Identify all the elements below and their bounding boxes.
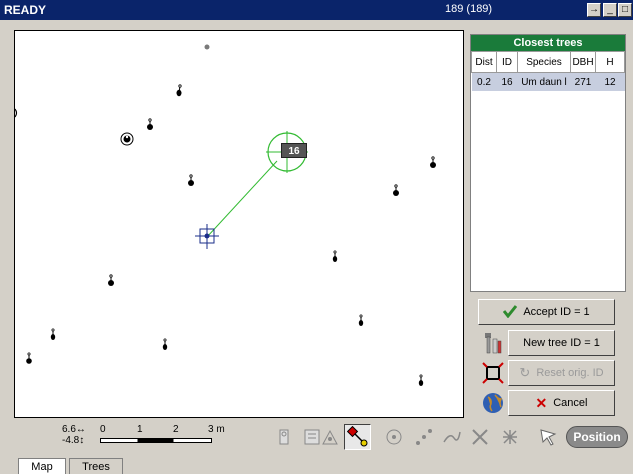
position-button[interactable]: Position <box>566 426 628 448</box>
tree-marker <box>430 156 436 168</box>
tree-marker <box>50 328 56 340</box>
scale-bar: 6.6↔ -4.8↕ 0 1 2 3 m <box>62 424 272 449</box>
maximize-button[interactable]: □ <box>618 3 632 17</box>
scale-tick-3: 3 m <box>208 424 225 435</box>
minimize-button[interactable]: _ <box>603 3 617 17</box>
table-row[interactable]: 0.2 16 Um daun l 271 12 <box>471 72 625 91</box>
delete-x-icon[interactable] <box>466 424 493 450</box>
tree-marker <box>108 274 114 286</box>
reset-label: Reset orig. ID <box>536 367 604 379</box>
tree-marker <box>418 374 424 386</box>
tab-map[interactable]: Map <box>18 458 66 474</box>
closest-trees-panel: Closest trees Dist ID Species DBH H 0.2 … <box>470 34 626 292</box>
tree-marker <box>147 118 153 130</box>
tree-marker <box>176 84 182 97</box>
reset-icon: ↻ <box>519 365 531 380</box>
path-icon[interactable] <box>438 424 465 450</box>
cancel-icon: ✕ <box>535 394 548 411</box>
arrow-button[interactable]: → <box>587 3 601 17</box>
tree-marker <box>188 174 194 186</box>
cancel-label: Cancel <box>553 397 588 409</box>
closest-trees-title: Closest trees <box>471 35 625 51</box>
col-dist[interactable]: Dist <box>471 51 497 73</box>
tree-marker <box>162 338 168 350</box>
accept-button[interactable]: Accept ID = 1 <box>478 299 615 325</box>
tree-markers <box>26 84 436 386</box>
status-text: READY <box>4 3 47 17</box>
tree-marker-grey <box>204 44 210 50</box>
measure-icon[interactable] <box>316 424 343 450</box>
col-species[interactable]: Species <box>517 51 571 73</box>
col-h[interactable]: H <box>595 51 625 73</box>
tree-marker <box>332 250 338 262</box>
tree-marker-large <box>120 132 134 146</box>
pointer-icon[interactable] <box>534 424 561 450</box>
tree-map[interactable]: 16 <box>14 30 464 418</box>
tab-trees[interactable]: Trees <box>69 458 123 474</box>
scale-bar-graphic <box>100 438 212 443</box>
points-icon[interactable] <box>410 424 437 450</box>
link-tree-icon[interactable] <box>344 424 371 450</box>
scale-tick-0: 0 <box>100 424 106 435</box>
target-icon[interactable] <box>380 424 407 450</box>
link-line <box>206 160 278 238</box>
globe-icon <box>480 390 506 416</box>
reset-position-icon <box>480 360 506 386</box>
cell-id: 16 <box>496 72 518 91</box>
tab-trees-label: Trees <box>82 460 110 473</box>
cancel-button[interactable]: ✕ Cancel <box>508 390 615 416</box>
new-tree-button[interactable]: New tree ID = 1 <box>508 330 615 356</box>
tree-marker <box>393 184 399 196</box>
tree-marker <box>26 352 32 364</box>
new-tree-icon <box>480 330 506 356</box>
cell-h: 12 <box>595 72 625 91</box>
tree-marker <box>358 314 364 326</box>
cell-dist: 0.2 <box>471 72 497 91</box>
tree-count: 189 (189) <box>445 3 493 15</box>
cell-species: Um daun l <box>517 72 571 91</box>
closest-trees-table: Dist ID Species DBH H 0.2 16 Um daun l 2… <box>471 51 625 91</box>
scale-tick-1: 1 <box>137 424 143 435</box>
cell-dbh: 271 <box>570 72 596 91</box>
position-label: Position <box>573 430 621 444</box>
title-bar: READY 189 (189) → _ □ <box>0 0 633 20</box>
accept-label: Accept ID = 1 <box>523 306 590 318</box>
col-id[interactable]: ID <box>496 51 518 73</box>
tree-tag-icon[interactable] <box>272 424 299 450</box>
y-offset: -4.8↕ <box>62 435 85 446</box>
check-icon <box>503 304 518 321</box>
tab-map-label: Map <box>31 460 53 473</box>
scale-tick-2: 2 <box>173 424 179 435</box>
col-dbh[interactable]: DBH <box>570 51 596 73</box>
tree-marker-edge <box>15 108 18 118</box>
selected-tree-label: 16 <box>281 143 307 158</box>
new-tree-label: New tree ID = 1 <box>523 337 600 349</box>
x-offset: 6.6↔ <box>62 424 86 435</box>
delete-all-icon[interactable] <box>496 424 523 450</box>
reset-id-button[interactable]: ↻ Reset orig. ID <box>508 360 615 386</box>
